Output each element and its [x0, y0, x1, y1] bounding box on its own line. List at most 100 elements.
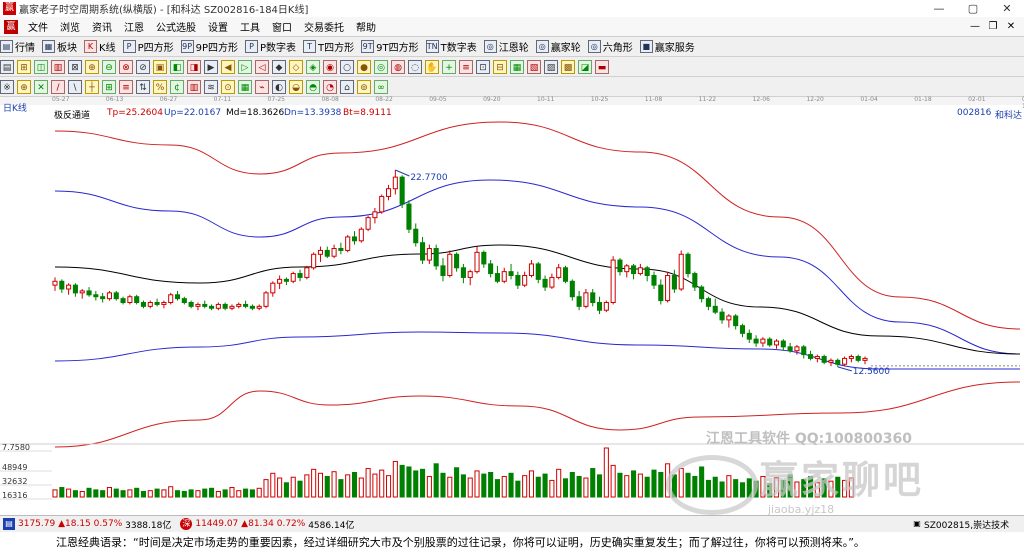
toolbar-btn-t-number-table[interactable]: TN T数字表 [425, 39, 477, 54]
indicator-tool-6-icon[interactable]: ⊞ [102, 79, 116, 94]
drawing-tool-6-icon[interactable]: ⊖ [102, 59, 116, 74]
drawing-tool-14-icon[interactable]: ▷ [238, 59, 252, 74]
date-tick-label: 06-27 [159, 96, 178, 103]
menu-window[interactable]: 窗口 [266, 19, 298, 34]
menu-help[interactable]: 帮助 [350, 19, 382, 34]
toolbar-btn-winner-wheel[interactable]: ◎ 赢家轮 [535, 39, 581, 54]
status-right-text[interactable]: SZ002815,崇达技术 [924, 518, 1009, 531]
indicator-tool-15-icon[interactable]: ⌁ [255, 79, 269, 94]
indicator-tool-10-icon[interactable]: ¢ [170, 79, 184, 94]
menu-gann[interactable]: 江恩 [118, 19, 150, 34]
drawing-tool-26-icon[interactable]: + [442, 59, 456, 74]
doc-restore-button[interactable]: ❐ [984, 17, 1002, 36]
indicator-tool-13-icon[interactable]: ⊙ [221, 79, 235, 94]
toolbar-btn-p-number-table[interactable]: P P数字表 [245, 39, 296, 54]
menu-info[interactable]: 资讯 [86, 19, 118, 34]
indicator-tool-16-icon[interactable]: ◐ [272, 79, 286, 94]
indicator-tool-1-icon[interactable]: ⊕ [17, 79, 31, 94]
drawing-tool-0-icon[interactable]: ▤ [0, 59, 14, 74]
drawing-tool-23-icon[interactable]: ◍ [391, 59, 405, 74]
toolbar-btn-9p-square[interactable]: 9P 9P四方形 [180, 39, 238, 54]
indicator-tool-20-icon[interactable]: ⌂ [340, 79, 354, 94]
main-toolbar: ▤ 行情 ▦ 板块 K K线 P P四方形 9P 9P四方形 P P数字表 T T四方形 9T 9T四方形 TN… [0, 37, 1024, 57]
drawing-tool-16-icon[interactable]: ◆ [272, 59, 286, 74]
indicator-tool-7-icon[interactable]: ≡ [119, 79, 133, 94]
drawing-tool-33-icon[interactable]: ▩ [561, 59, 575, 74]
drawing-tool-12-icon[interactable]: ▶ [204, 59, 218, 74]
indicator-tool-5-icon[interactable]: ┼ [85, 79, 99, 94]
toolbar-btn-gann-wheel[interactable]: ◎ 江恩轮 [483, 39, 529, 54]
drawing-tool-3-icon[interactable]: ▥ [51, 59, 65, 74]
toolbar-btn-hexagon[interactable]: ◎ 六角形 [587, 39, 633, 54]
drawing-tool-15-icon[interactable]: ◁ [255, 59, 269, 74]
drawing-tool-28-icon[interactable]: ⊡ [476, 59, 490, 74]
toolbar-btn-service[interactable]: ■ 赢家服务 [639, 39, 695, 54]
channel-tp-line [54, 121, 1021, 330]
drawing-tool-25-icon[interactable]: ✋ [425, 59, 439, 74]
drawing-tool-13-icon[interactable]: ◀ [221, 59, 235, 74]
candle-body [501, 271, 507, 282]
drawing-tool-20-icon[interactable]: ○ [340, 59, 354, 74]
drawing-tool-24-icon[interactable]: ◌ [408, 59, 422, 74]
drawing-tool-4-icon[interactable]: ⊠ [68, 59, 82, 74]
sz-index-icon[interactable]: 深 [180, 518, 193, 530]
sz-index[interactable]: 11449.07 ▲81.34 0.72% 4586.14亿 [195, 518, 354, 531]
drawing-tool-31-icon[interactable]: ▧ [527, 59, 541, 74]
indicator-tool-19-icon[interactable]: ◔ [323, 79, 337, 94]
indicator-tool-9-icon[interactable]: % [153, 79, 167, 94]
doc-minimize-button[interactable]: — [966, 17, 984, 36]
drawing-tool-32-icon[interactable]: ▨ [544, 59, 558, 74]
indicator-tool-4-icon[interactable]: \ [68, 79, 82, 94]
menu-tools[interactable]: 工具 [234, 19, 266, 34]
doc-close-button[interactable]: ✕ [1002, 17, 1020, 36]
toolbar-btn-p-square[interactable]: P P四方形 [122, 39, 174, 54]
menu-trading[interactable]: 交易委托 [298, 19, 350, 34]
drawing-tool-22-icon[interactable]: ◎ [374, 59, 388, 74]
toolbar-btn-9t-square[interactable]: 9T 9T四方形 [361, 39, 419, 54]
indicator-tool-8-icon[interactable]: ⇅ [136, 79, 150, 94]
indicator-tool-21-icon[interactable]: ⊚ [357, 79, 371, 94]
indicator-tool-17-icon[interactable]: ◒ [289, 79, 303, 94]
document-controls: — ❐ ✕ [966, 17, 1020, 36]
maximize-button[interactable]: ▢ [956, 0, 990, 17]
drawing-tool-35-icon[interactable]: ▬ [595, 59, 609, 74]
drawing-tool-27-icon[interactable]: ≡ [459, 59, 473, 74]
drawing-tool-5-icon[interactable]: ⊕ [85, 59, 99, 74]
drawing-tool-29-icon[interactable]: ⊟ [493, 59, 507, 74]
toolbar-btn-kline[interactable]: K K线 [84, 39, 116, 54]
indicator-tool-2-icon[interactable]: ✕ [34, 79, 48, 94]
drawing-tool-19-icon[interactable]: ◉ [323, 59, 337, 74]
sh-index-icon[interactable]: ▤ [3, 518, 15, 530]
indicator-tool-0-icon[interactable]: ※ [0, 79, 14, 94]
minimize-button[interactable]: — [922, 0, 956, 17]
menu-browse[interactable]: 浏览 [54, 19, 86, 34]
indicator-tool-3-icon[interactable]: / [51, 79, 65, 94]
indicator-tool-18-icon[interactable]: ◓ [306, 79, 320, 94]
toolbar-btn-t-square[interactable]: T T四方形 [303, 39, 354, 54]
drawing-tool-2-icon[interactable]: ◫ [34, 59, 48, 74]
drawing-tool-1-icon[interactable]: ⊞ [17, 59, 31, 74]
menu-file[interactable]: 文件 [22, 19, 54, 34]
indicator-tool-11-icon[interactable]: ▥ [187, 79, 201, 94]
drawing-tool-34-icon[interactable]: ◪ [578, 59, 592, 74]
sh-index[interactable]: 3175.79 ▲18.15 0.57% 3388.18亿 [18, 518, 171, 531]
drawing-tool-11-icon[interactable]: ◨ [187, 59, 201, 74]
drawing-tool-21-icon[interactable]: ● [357, 59, 371, 74]
drawing-tool-7-icon[interactable]: ⊗ [119, 59, 133, 74]
menu-settings[interactable]: 设置 [202, 19, 234, 34]
indicator-tool-12-icon[interactable]: ≋ [204, 79, 218, 94]
menu-formula-screening[interactable]: 公式选股 [150, 19, 202, 34]
drawing-tool-9-icon[interactable]: ▣ [153, 59, 167, 74]
drawing-tool-8-icon[interactable]: ⊘ [136, 59, 150, 74]
drawing-tool-10-icon[interactable]: ◧ [170, 59, 184, 74]
drawing-tool-30-icon[interactable]: ▦ [510, 59, 524, 74]
drawing-tool-18-icon[interactable]: ◈ [306, 59, 320, 74]
drawing-tool-17-icon[interactable]: ◇ [289, 59, 303, 74]
indicator-tool-22-icon[interactable]: ∞ [374, 79, 388, 94]
toolbar-label: 六角形 [602, 43, 633, 54]
indicator-tool-14-icon[interactable]: ▦ [238, 79, 252, 94]
toolbar-btn-grid[interactable]: ▦ 板块 [42, 39, 77, 54]
volume-bar [222, 489, 228, 498]
close-button[interactable]: ✕ [990, 0, 1024, 17]
toolbar-btn-list[interactable]: ▤ 行情 [0, 39, 35, 54]
